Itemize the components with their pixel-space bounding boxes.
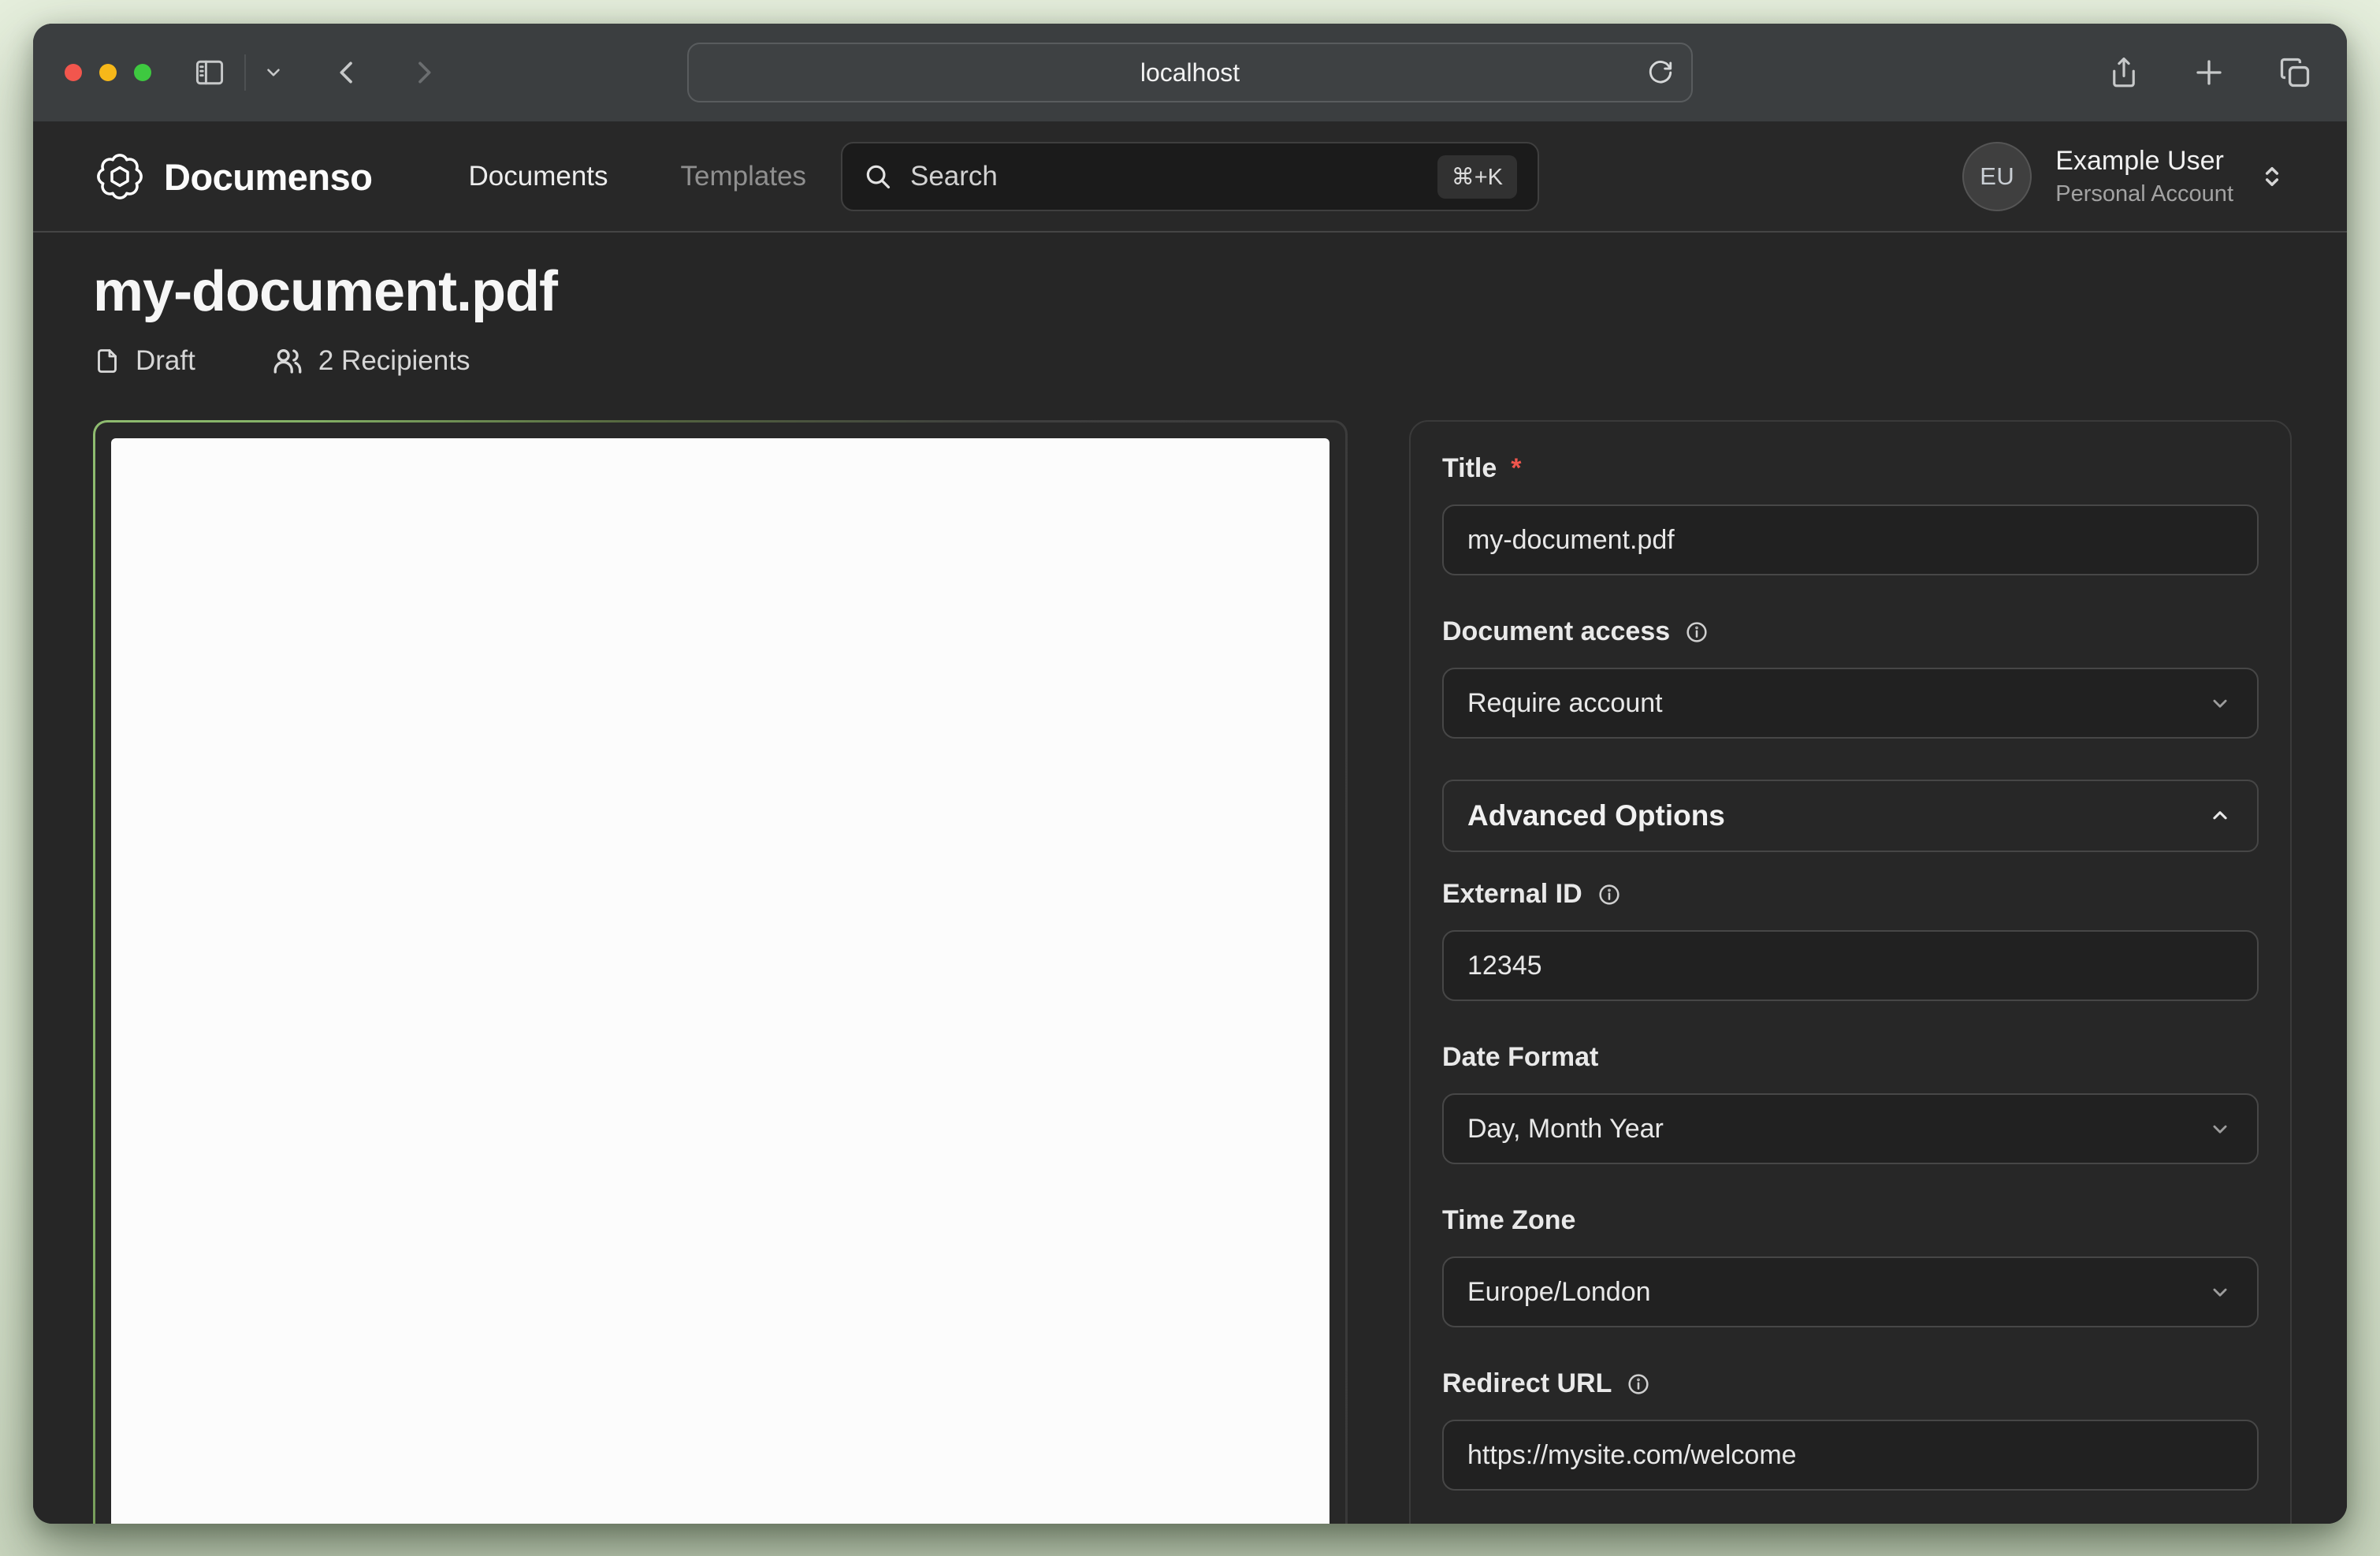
advanced-options-toggle[interactable]: Advanced Options <box>1442 780 2259 852</box>
toolbar-divider <box>244 54 246 91</box>
avatar: EU <box>1962 142 2032 211</box>
date-format-value: Day, Month Year <box>1467 1114 1664 1145</box>
users-icon <box>271 344 304 378</box>
recipients-count: 2 Recipients <box>271 344 470 378</box>
info-icon[interactable] <box>1684 620 1709 645</box>
url-bar[interactable]: localhost <box>687 43 1693 102</box>
avatar-initials: EU <box>1980 162 2014 191</box>
file-icon <box>93 347 121 375</box>
nav-item-templates[interactable]: Templates <box>681 161 807 192</box>
brand-logo[interactable]: Documenso <box>95 151 373 202</box>
time-zone-value: Europe/London <box>1467 1277 1651 1308</box>
document-viewer <box>93 420 1348 1524</box>
page-content: my-document.pdf Draft 2 Recipients <box>33 233 2347 1524</box>
external-id-input[interactable] <box>1442 930 2259 1001</box>
time-zone-select[interactable]: Europe/London <box>1442 1256 2259 1327</box>
external-id-label: External ID <box>1442 879 1582 910</box>
status-text: Draft <box>136 345 195 377</box>
document-access-label: Document access <box>1442 616 1670 647</box>
account-name: Example User <box>2055 146 2233 177</box>
documenso-logo-icon <box>95 151 145 202</box>
time-zone-label: Time Zone <box>1442 1205 1575 1236</box>
account-menu[interactable]: EU Example User Personal Account <box>1962 142 2287 211</box>
share-icon[interactable] <box>2107 56 2140 89</box>
document-settings-panel: Title * Document access Require account <box>1409 420 2292 1524</box>
url-text: localhost <box>1140 58 1240 87</box>
chevron-up-icon <box>2207 802 2233 829</box>
tab-overview-icon[interactable] <box>2278 55 2312 90</box>
browser-window: localhost Documens <box>33 24 2347 1524</box>
search-placeholder: Search <box>910 161 1420 192</box>
redirect-url-input[interactable] <box>1442 1420 2259 1491</box>
required-asterisk: * <box>1511 453 1521 484</box>
advanced-options-label: Advanced Options <box>1467 799 1725 832</box>
sidebar-toggle-icon[interactable] <box>192 55 227 90</box>
search-icon <box>863 162 893 192</box>
status-badge: Draft <box>93 345 195 377</box>
search-input[interactable]: Search ⌘+K <box>841 142 1539 211</box>
new-tab-icon[interactable] <box>2192 56 2226 89</box>
chevron-down-icon <box>2207 1115 2233 1142</box>
brand-name: Documenso <box>164 155 373 199</box>
back-button-icon[interactable] <box>331 57 363 88</box>
search-shortcut-badge: ⌘+K <box>1437 155 1517 199</box>
page-title: my-document.pdf <box>93 259 2287 324</box>
sidebar-chevron-down-icon[interactable] <box>263 62 284 83</box>
document-access-select[interactable]: Require account <box>1442 668 2259 739</box>
forward-button-icon[interactable] <box>408 57 440 88</box>
redirect-url-label: Redirect URL <box>1442 1368 1612 1399</box>
document-access-value: Require account <box>1467 688 1663 719</box>
traffic-lights <box>65 64 151 81</box>
close-window-button[interactable] <box>65 64 82 81</box>
title-input[interactable] <box>1442 504 2259 575</box>
chevron-down-icon <box>2207 690 2233 717</box>
date-format-select[interactable]: Day, Month Year <box>1442 1093 2259 1164</box>
minimize-window-button[interactable] <box>99 64 117 81</box>
zoom-window-button[interactable] <box>134 64 151 81</box>
nav-item-documents[interactable]: Documents <box>469 161 608 192</box>
document-viewer-frame <box>95 423 1345 1524</box>
recipients-text: 2 Recipients <box>318 345 470 377</box>
account-type: Personal Account <box>2055 181 2233 207</box>
date-format-label: Date Format <box>1442 1042 1598 1073</box>
chevrons-up-down-icon <box>2257 162 2287 192</box>
chevron-down-icon <box>2207 1279 2233 1305</box>
app-navbar: Documenso Documents Templates Search ⌘+K… <box>33 122 2347 233</box>
title-label: Title <box>1442 453 1497 484</box>
pdf-page <box>111 438 1329 1524</box>
info-icon[interactable] <box>1597 882 1622 907</box>
refresh-icon[interactable] <box>1647 59 1674 86</box>
info-icon[interactable] <box>1626 1372 1651 1397</box>
browser-toolbar: localhost <box>33 24 2347 122</box>
